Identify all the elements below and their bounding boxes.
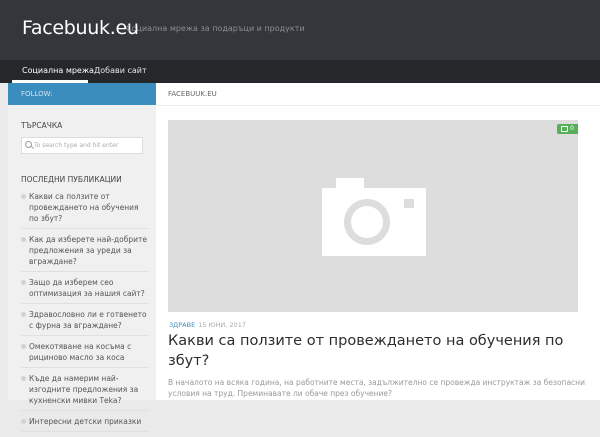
recent-post-link[interactable]: Интересни детски приказки: [21, 416, 149, 432]
bullet-icon: [21, 312, 26, 317]
breadcrumb-label: FACEBUUK.EU: [168, 90, 217, 98]
recent-post-link[interactable]: Омекотяване на косъма с рициново масло з…: [21, 341, 149, 368]
search-box: [21, 137, 143, 154]
recent-post-link[interactable]: Как да изберете най-добрите предложения …: [21, 234, 149, 272]
nav-item-add-site[interactable]: Добави сайт: [94, 66, 147, 75]
recent-post-link[interactable]: Защо да изберем сео оптимизация за нашия…: [21, 277, 149, 304]
bullet-icon: [21, 344, 26, 349]
comment-icon: [561, 125, 569, 132]
site-tagline: Социална мрежа за подаръци и продукти: [126, 24, 305, 33]
follow-bar: FOLLOW:: [8, 83, 156, 105]
follow-label: FOLLOW:: [21, 90, 53, 98]
nav-item-social-network[interactable]: Социална мрежа: [22, 66, 94, 75]
recent-posts-heading: ПОСЛЕДНИ ПУБЛИКАЦИИ: [21, 175, 122, 184]
bullet-icon: [21, 237, 26, 242]
site-header: Facebuuk.eu Социална мрежа за подаръци и…: [0, 0, 600, 60]
bullet-icon: [21, 280, 26, 285]
breadcrumb: FACEBUUK.EU: [156, 83, 600, 106]
recent-post-link[interactable]: Какви са ползите от провеждането на обуч…: [21, 191, 149, 229]
bullet-icon: [21, 419, 26, 424]
comment-count-badge[interactable]: 0: [557, 124, 578, 134]
main-content: FACEBUUK.EU 0 ЗДРАВЕ 15 ЮНИ, 2017 Какви с…: [156, 83, 600, 400]
bullet-icon: [21, 194, 26, 199]
recent-post-link[interactable]: Къде да намерим най-изгодните предложени…: [21, 373, 149, 411]
search-heading: ТЪРСАЧКА: [21, 121, 63, 130]
camera-icon: [322, 178, 426, 256]
post-title[interactable]: Какви са ползите от провеждането на обуч…: [168, 331, 588, 371]
bullet-icon: [21, 376, 26, 381]
featured-image-placeholder[interactable]: 0: [168, 120, 578, 312]
search-input[interactable]: [34, 138, 138, 153]
post-category-link[interactable]: ЗДРАВЕ: [169, 321, 195, 329]
top-navigation: Социална мрежа Добави сайт: [0, 60, 600, 83]
sidebar: ТЪРСАЧКА ПОСЛЕДНИ ПУБЛИКАЦИИ Какви са по…: [8, 105, 156, 432]
post-meta: ЗДРАВЕ 15 ЮНИ, 2017: [169, 321, 246, 329]
site-title[interactable]: Facebuuk.eu: [22, 17, 139, 39]
search-icon: [25, 141, 32, 148]
post-date: 15 ЮНИ, 2017: [198, 321, 246, 329]
recent-post-link[interactable]: Здравословно ли е готвенето с фурна за в…: [21, 309, 149, 336]
post-excerpt: В началото на всяка година, на работните…: [168, 378, 585, 398]
recent-posts-list: Какви са ползите от провеждането на обуч…: [21, 191, 149, 437]
